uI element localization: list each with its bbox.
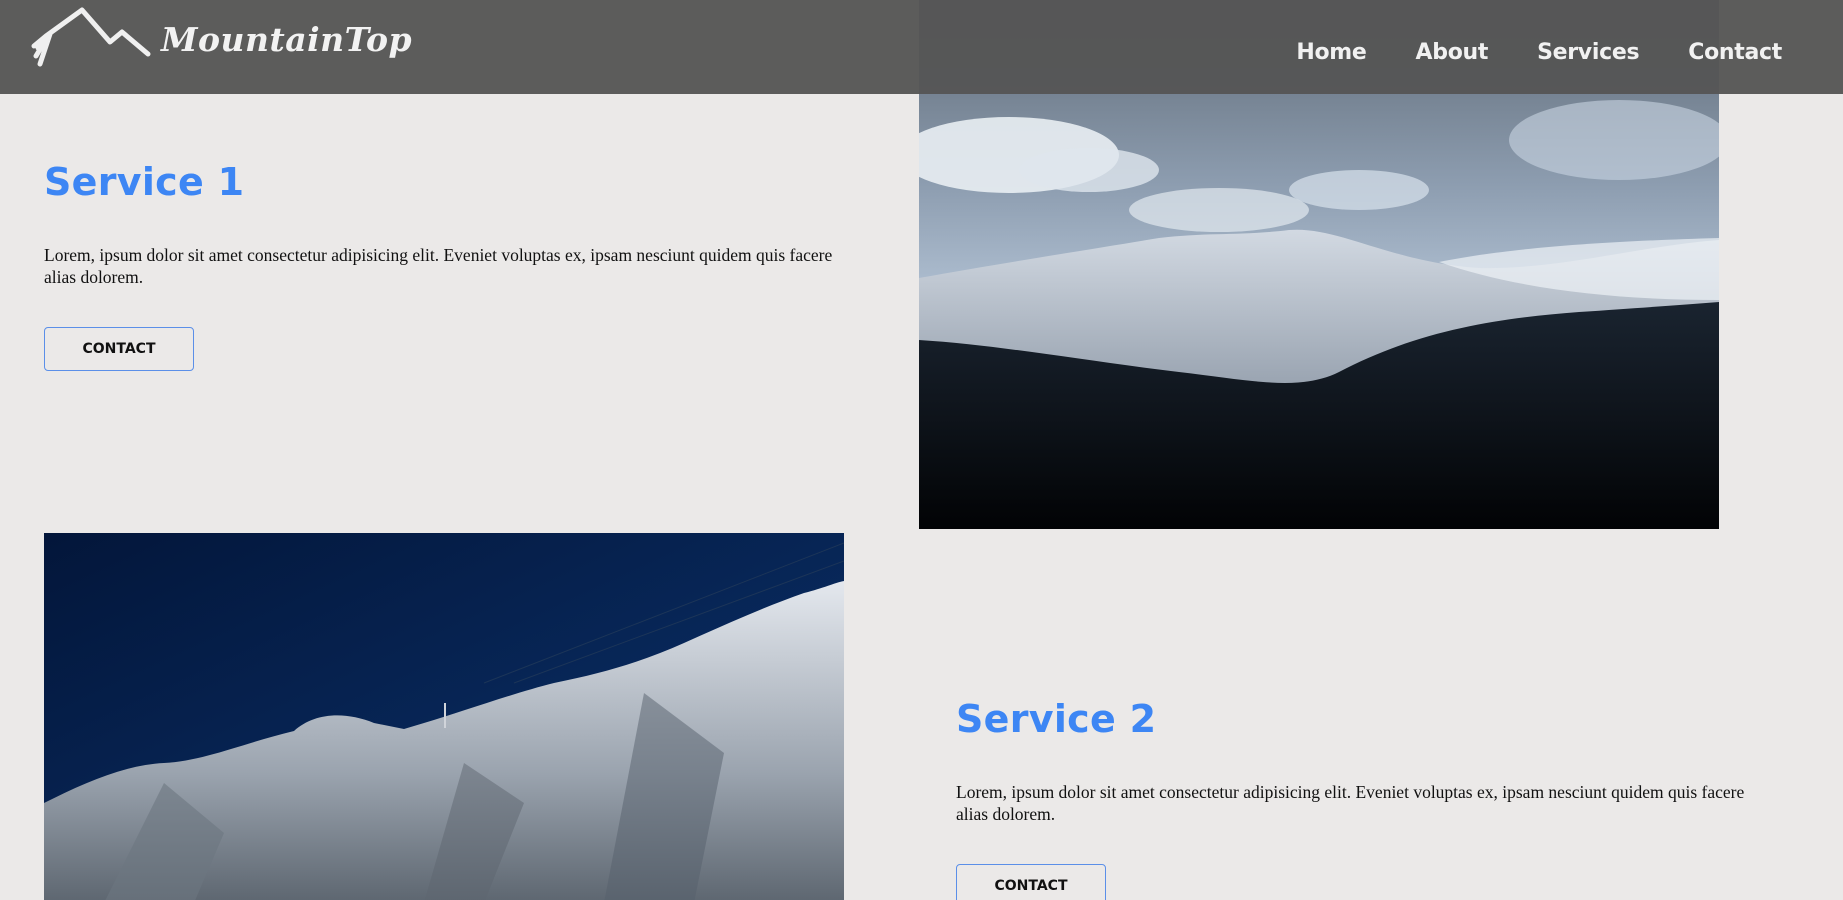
service-1-title: Service 1 <box>44 160 245 204</box>
service-1-text: Lorem, ipsum dolor sit amet consectetur … <box>44 245 833 287</box>
service-2-contact-button[interactable]: CONTACT <box>956 864 1106 900</box>
service-1-contact-button[interactable]: CONTACT <box>44 327 194 371</box>
nav-about[interactable]: About <box>1416 40 1489 65</box>
mountain-logo-icon <box>31 7 151 67</box>
logo[interactable]: MountainTop <box>30 6 412 72</box>
nav-services[interactable]: Services <box>1537 40 1639 65</box>
nav-contact[interactable]: Contact <box>1688 40 1782 65</box>
site-header: MountainTop Home About Services Contact <box>0 0 1843 94</box>
service-1-section: Service 1 Lorem, ipsum dolor sit amet co… <box>44 156 844 371</box>
main-nav: Home About Services Contact <box>1296 0 1782 104</box>
service-2-title: Service 2 <box>956 697 1157 741</box>
service-2-image <box>44 533 844 900</box>
nav-home[interactable]: Home <box>1296 40 1366 65</box>
service-2-section: Service 2 Lorem, ipsum dolor sit amet co… <box>956 693 1756 900</box>
logo-text: MountainTop <box>161 19 413 59</box>
service-2-text: Lorem, ipsum dolor sit amet consectetur … <box>956 782 1745 824</box>
